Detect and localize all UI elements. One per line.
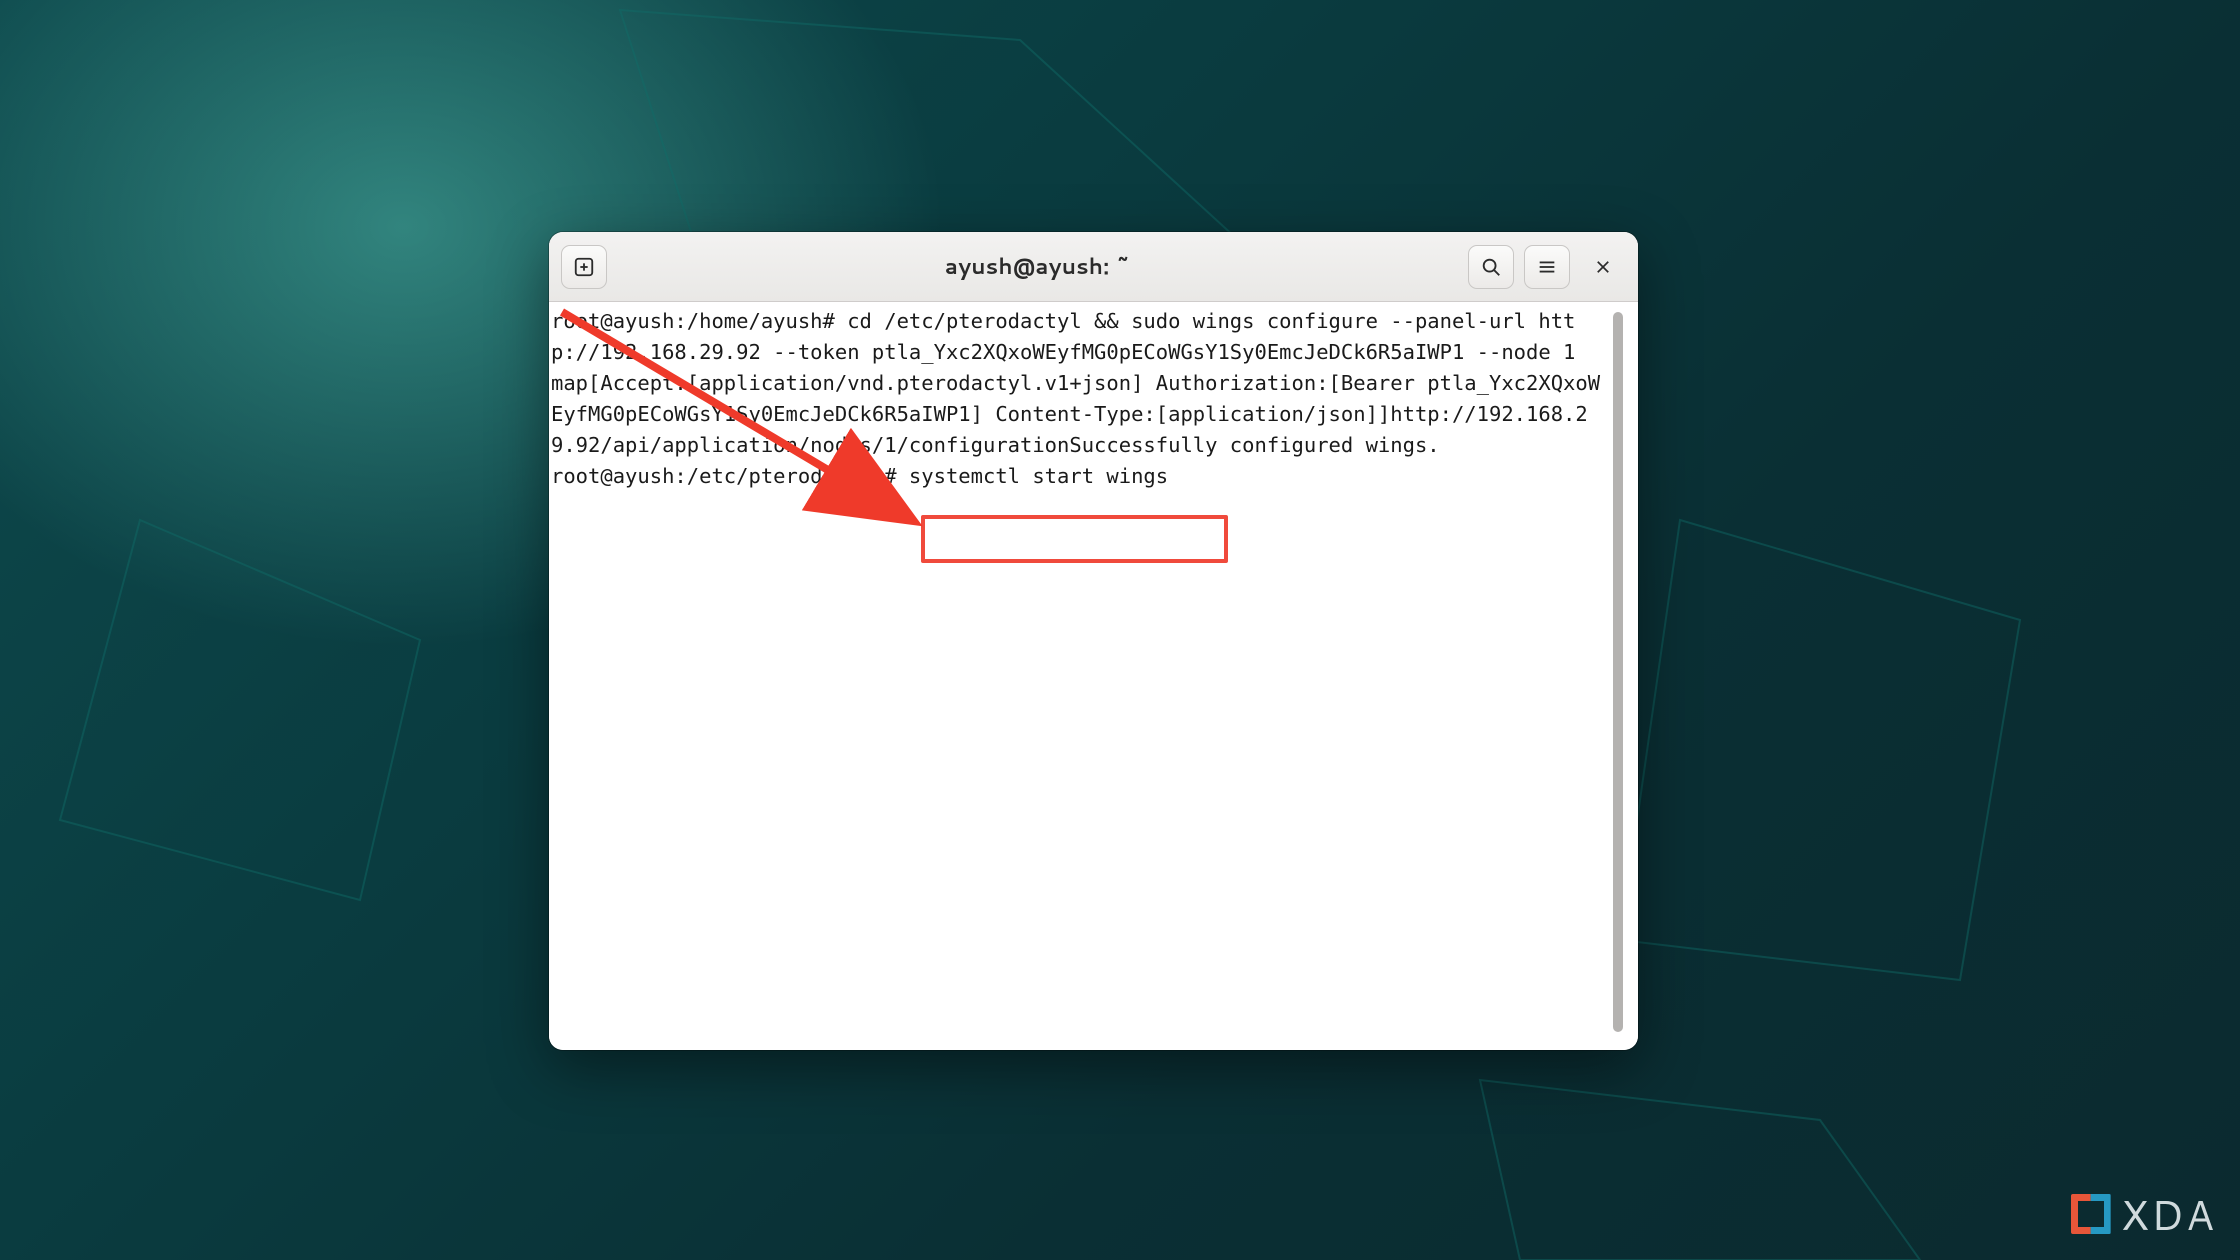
scrollbar[interactable]: [1610, 306, 1626, 1046]
new-tab-button[interactable]: [561, 245, 607, 289]
terminal-line: map[Accept:[application/vnd.pterodactyl.…: [551, 371, 1600, 457]
terminal-line: root@ayush:/home/ayush# cd /etc/pterodac…: [551, 309, 1575, 364]
titlebar-right-controls: [1468, 245, 1626, 289]
menu-button[interactable]: [1524, 245, 1570, 289]
search-button[interactable]: [1468, 245, 1514, 289]
terminal-body[interactable]: root@ayush:/home/ayush# cd /etc/pterodac…: [549, 302, 1638, 1050]
hamburger-icon: [1536, 256, 1558, 278]
watermark-text: XDA: [2121, 1184, 2216, 1244]
terminal-output[interactable]: root@ayush:/home/ayush# cd /etc/pterodac…: [549, 306, 1604, 1046]
terminal-window: ayush@ayush: ~: [549, 232, 1638, 1050]
search-icon: [1480, 256, 1502, 278]
scrollbar-thumb[interactable]: [1613, 312, 1623, 1032]
plus-square-icon: [573, 256, 595, 278]
close-button[interactable]: [1580, 245, 1626, 289]
terminal-line: root@ayush:/etc/pterodactyl# systemctl s…: [551, 464, 1168, 488]
titlebar: ayush@ayush: ~: [549, 232, 1638, 302]
window-title: ayush@ayush: ~: [617, 251, 1458, 282]
watermark: XDA: [2071, 1184, 2216, 1244]
close-icon: [1594, 258, 1612, 276]
watermark-logo-icon: [2071, 1194, 2111, 1234]
